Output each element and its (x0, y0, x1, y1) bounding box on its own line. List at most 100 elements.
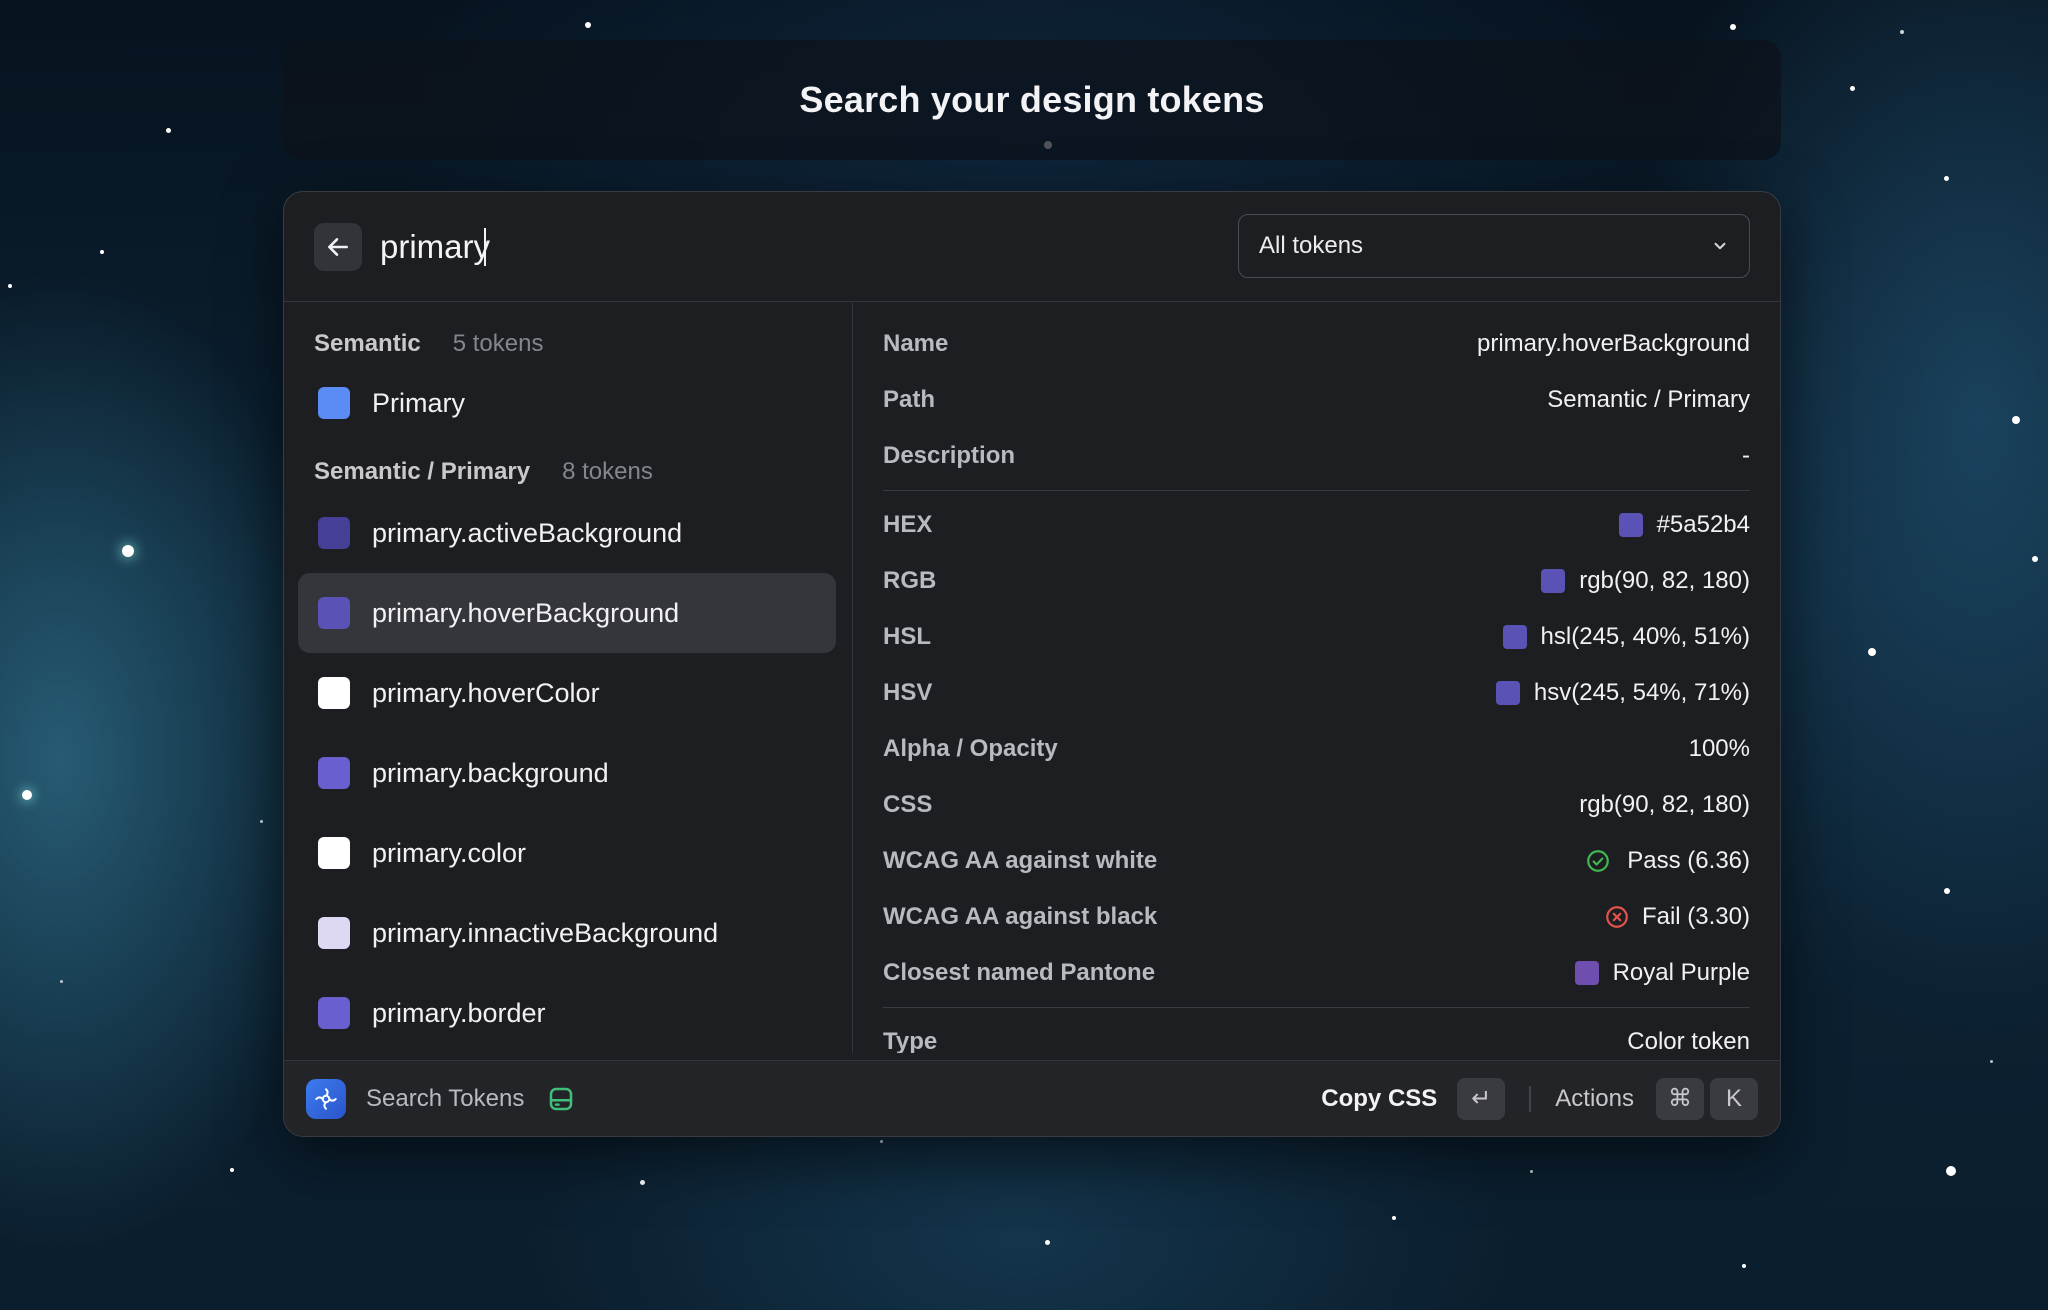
detail-value-wrap[interactable]: hsl(245, 40%, 51%) (1502, 623, 1750, 651)
color-swatch (318, 917, 350, 949)
app-title: Search Tokens (366, 1084, 525, 1112)
detail-label: Path (883, 386, 936, 413)
color-swatch (1502, 625, 1527, 649)
search-bar: All tokens (284, 192, 1780, 302)
detail-row-name: Name primary.hoverBackground (883, 316, 1750, 372)
k-key-hint: K (1710, 1077, 1758, 1120)
token-label: primary.hoverColor (372, 677, 600, 708)
detail-row-alpha: Alpha / Opacity 100% (883, 721, 1750, 777)
detail-value[interactable]: rgb(90, 82, 180) (1579, 791, 1750, 819)
color-swatch (318, 677, 350, 709)
token-item-primary-innactiveBackground[interactable]: primary.innactiveBackground (298, 893, 836, 973)
group-header-semantic-primary: Semantic / Primary 8 tokens (298, 452, 836, 492)
detail-value: rgb(90, 82, 180) (1579, 567, 1750, 594)
token-item-primary-activeBackground[interactable]: primary.activeBackground (298, 493, 836, 573)
detail-value-wrap[interactable]: #5a52b4 (1618, 511, 1750, 539)
detail-label: Closest named Pantone (883, 959, 1156, 986)
group-name: Semantic / Primary (314, 458, 531, 485)
detail-row-path: Path Semantic / Primary (883, 372, 1750, 428)
color-swatch (318, 597, 350, 629)
check-circle-icon (1587, 850, 1610, 872)
detail-value[interactable]: 100% (1689, 735, 1750, 763)
command-key-hint: ⌘ (1656, 1077, 1704, 1120)
detail-row-wcag-black: WCAG AA against black Fail (3.30) (883, 889, 1750, 945)
detail-label: CSS (883, 791, 933, 818)
detail-label: WCAG AA against white (883, 847, 1158, 874)
detail-row-css: CSS rgb(90, 82, 180) (883, 777, 1750, 833)
color-swatch (1541, 569, 1566, 593)
token-label: primary.innactiveBackground (372, 917, 719, 948)
token-details-panel: Name primary.hoverBackground Path Semant… (853, 302, 1780, 1053)
detail-label: RGB (883, 567, 937, 594)
search-input[interactable] (380, 222, 1020, 271)
detail-value-wrap[interactable]: rgb(90, 82, 180) (1541, 567, 1750, 595)
token-label: primary.hoverBackground (372, 597, 680, 628)
back-button[interactable] (314, 222, 362, 271)
token-label: primary.background (372, 757, 609, 788)
detail-value-wrap: Fail (3.30) (1604, 903, 1750, 931)
detail-value: - (1742, 442, 1750, 469)
color-swatch (318, 997, 350, 1029)
detail-row-rgb: RGB rgb(90, 82, 180) (883, 553, 1750, 609)
x-circle-icon (1606, 906, 1628, 928)
token-list[interactable]: Semantic 5 tokens Primary Semantic / Pri… (284, 302, 853, 1053)
detail-row-hsl: HSL hsl(245, 40%, 51%) (883, 609, 1750, 665)
detail-label: HSL (883, 623, 931, 650)
color-swatch (318, 757, 350, 789)
color-swatch (1618, 513, 1643, 537)
actions-button[interactable]: Actions (1555, 1085, 1634, 1113)
inbox-tray-icon[interactable] (546, 1084, 576, 1114)
group-name: Semantic (314, 330, 421, 357)
detail-value: Royal Purple (1612, 959, 1750, 986)
detail-value-wrap: Pass (6.36) (1585, 847, 1750, 875)
detail-row-description: Description - (883, 428, 1750, 484)
detail-value: Pass (6.36) (1627, 847, 1750, 874)
copy-css-button[interactable]: Copy CSS (1321, 1085, 1437, 1113)
token-item-primary[interactable]: Primary (298, 368, 836, 438)
token-item-primary-hoverColor[interactable]: primary.hoverColor (298, 653, 836, 733)
detail-row-type: Type Color token (883, 1014, 1750, 1053)
detail-row-wcag-white: WCAG AA against white Pass (6.36) (883, 833, 1750, 889)
token-item-primary-hoverBackground[interactable]: primary.hoverBackground (298, 573, 836, 653)
enter-key-hint: ↵ (1457, 1077, 1506, 1120)
inbox-icon (550, 1087, 573, 1110)
detail-label: Name (883, 330, 949, 357)
token-label: primary.color (372, 837, 527, 868)
token-filter-select[interactable]: All tokens (1238, 214, 1750, 278)
detail-value-wrap[interactable]: Royal Purple (1574, 959, 1750, 987)
action-bar: Search Tokens Copy CSS ↵ Actions ⌘ K (284, 1060, 1780, 1136)
token-item-primary-border[interactable]: primary.border (298, 973, 836, 1053)
divider (883, 1007, 1750, 1008)
detail-value[interactable]: primary.hoverBackground (1477, 330, 1750, 358)
token-logo-icon (315, 1087, 337, 1110)
color-swatch (318, 387, 350, 419)
text-caret (484, 227, 486, 266)
detail-value[interactable]: Semantic / Primary (1547, 386, 1750, 414)
token-search-window: All tokens Semantic 5 tokens Primary Sem… (283, 191, 1781, 1137)
group-count: 5 tokens (452, 330, 544, 357)
page-title-banner: Search your design tokens (283, 40, 1781, 160)
token-item-primary-color[interactable]: primary.color (298, 813, 836, 893)
color-swatch (1495, 681, 1520, 705)
detail-row-hsv: HSV hsv(245, 54%, 71%) (883, 665, 1750, 721)
app-icon (306, 1078, 346, 1119)
detail-value: Fail (3.30) (1641, 903, 1750, 930)
detail-value: Color token (1627, 1028, 1750, 1053)
detail-value: hsl(245, 40%, 51%) (1540, 623, 1750, 650)
footer-actions: Copy CSS ↵ Actions ⌘ K (1321, 1077, 1758, 1120)
arrow-left-icon (328, 237, 348, 256)
detail-value: #5a52b4 (1656, 511, 1750, 538)
detail-label: HEX (883, 511, 933, 538)
color-swatch (318, 837, 350, 869)
token-label: primary.border (372, 997, 546, 1028)
token-label: Primary (372, 387, 465, 418)
detail-row-pantone: Closest named Pantone Royal Purple (883, 945, 1750, 1001)
detail-label: HSV (883, 679, 933, 706)
group-count: 8 tokens (562, 458, 653, 485)
token-label: primary.activeBackground (372, 517, 683, 548)
divider (1529, 1085, 1532, 1112)
token-item-primary-background[interactable]: primary.background (298, 733, 836, 813)
divider (883, 490, 1750, 491)
detail-value-wrap[interactable]: hsv(245, 54%, 71%) (1495, 679, 1750, 707)
token-filter-value: All tokens (1259, 232, 1364, 259)
